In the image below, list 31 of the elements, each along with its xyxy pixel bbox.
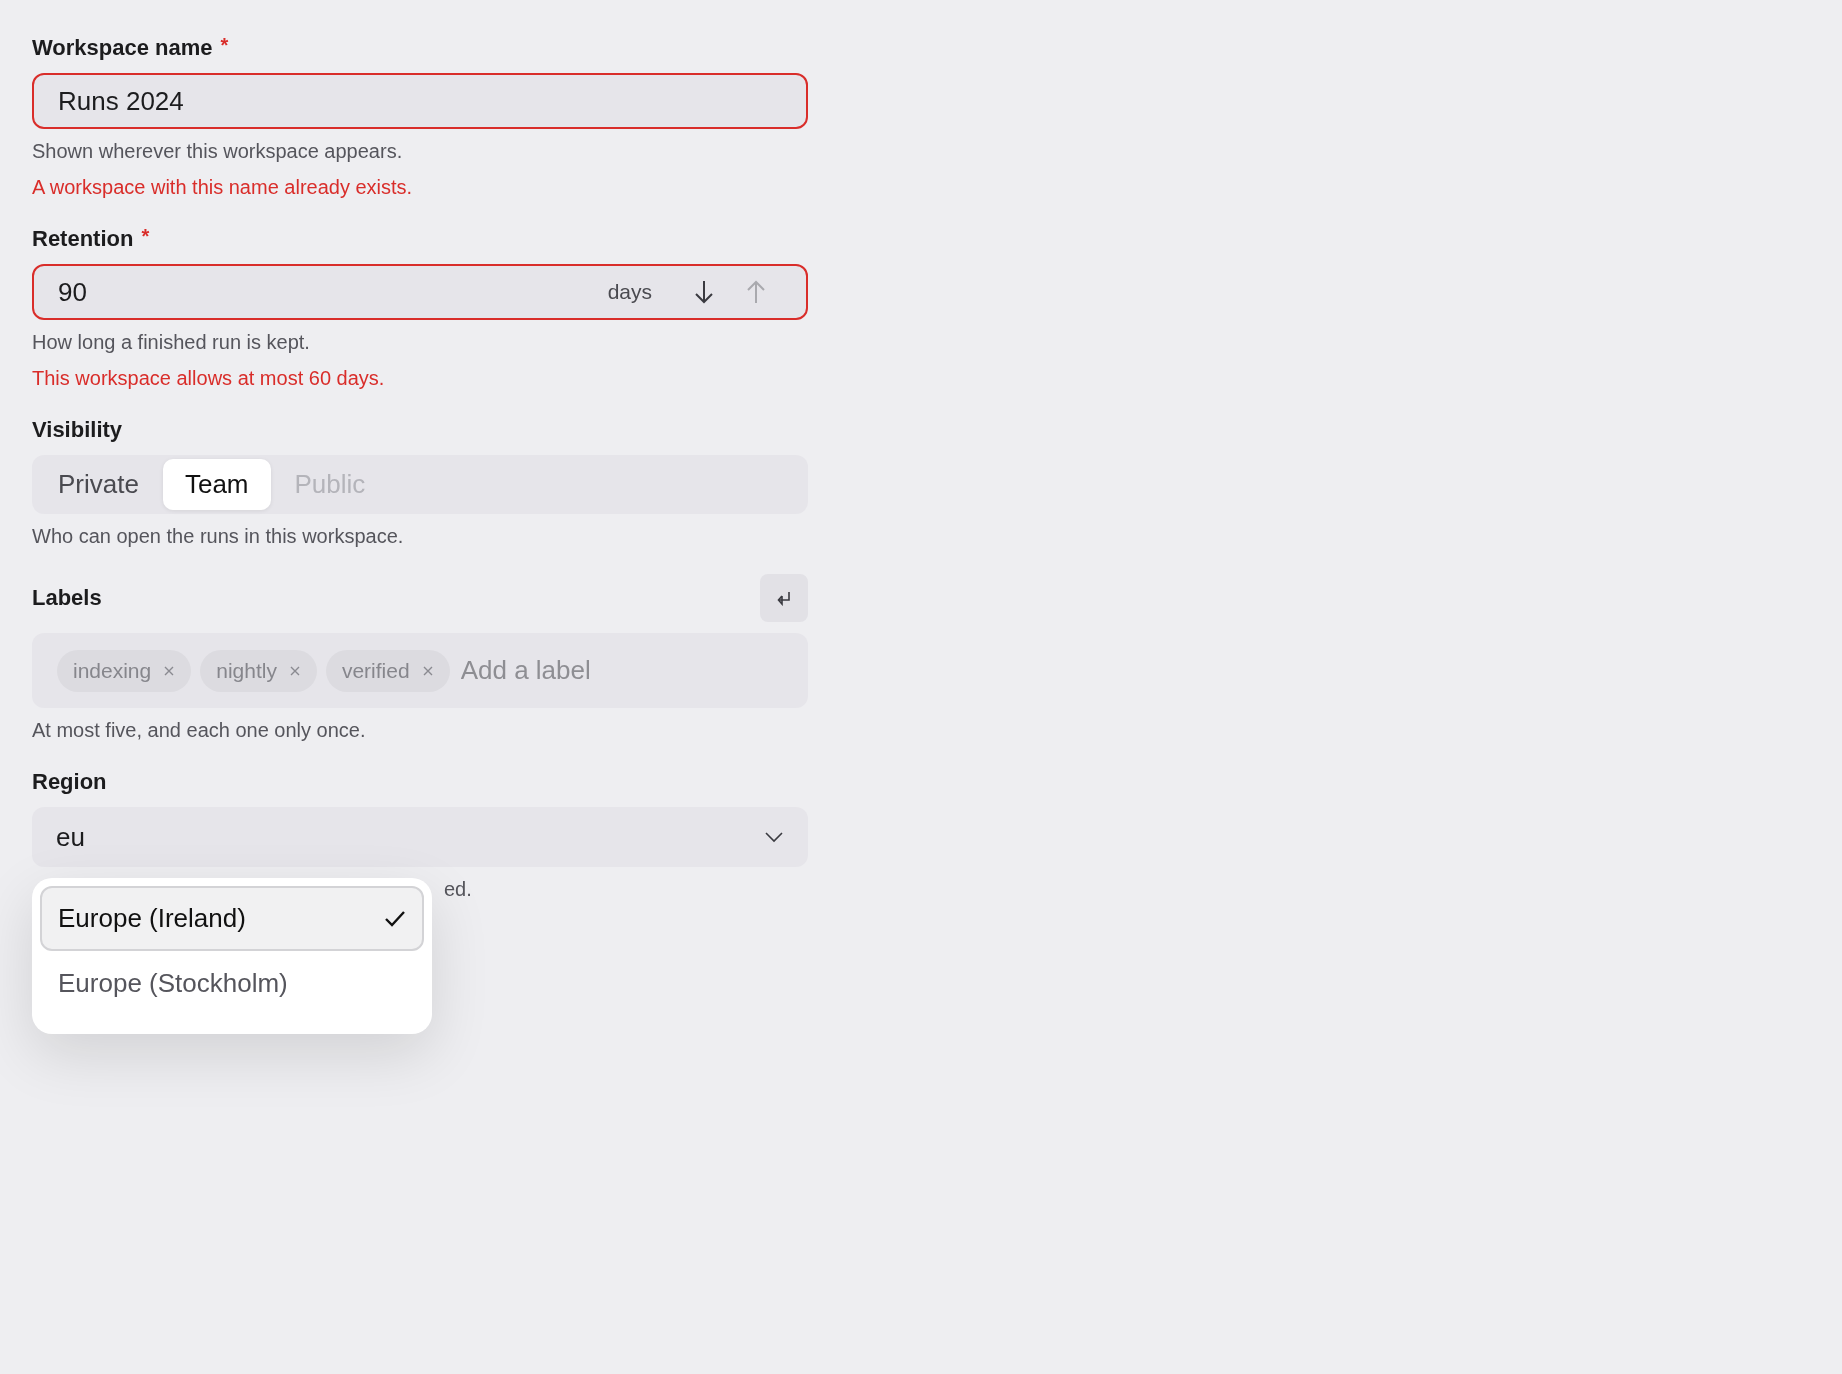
- menu-option[interactable]: Europe (Stockholm): [40, 951, 424, 1016]
- help-text: Who can open the runs in this workspace.: [32, 524, 405, 548]
- remove-icon[interactable]: [288, 664, 301, 677]
- menu-option[interactable]: Europe (Ireland): [40, 886, 424, 951]
- field-label: Workspace name: [32, 34, 213, 62]
- field-label: Visibility: [32, 416, 123, 444]
- field-label: Retention: [32, 225, 134, 253]
- error-message: A workspace with this name already exists.: [32, 175, 414, 199]
- text-field[interactable]: Runs 2024: [32, 73, 808, 129]
- return-icon: [776, 590, 792, 606]
- label-input-field[interactable]: Add a label: [458, 654, 783, 687]
- segment-option[interactable]: Team: [162, 459, 271, 510]
- required-mark: *: [220, 34, 229, 57]
- region-select[interactable]: eu: [32, 807, 808, 867]
- field-label: Region: [32, 768, 107, 796]
- number-field[interactable]: 90 days: [32, 264, 808, 320]
- help-text: At most five, and each one only once.: [32, 718, 367, 742]
- segment-option[interactable]: Private: [36, 459, 161, 510]
- check-icon: [384, 909, 406, 928]
- arrow-down-icon[interactable]: [692, 279, 716, 305]
- remove-icon[interactable]: [163, 664, 176, 677]
- unit-label: days: [607, 280, 652, 304]
- enter-button[interactable]: [760, 574, 808, 622]
- required-mark: *: [141, 225, 150, 248]
- help-text: How long a finished run is kept.: [32, 330, 311, 354]
- help-text: Shown wherever this workspace appears.: [32, 139, 404, 163]
- field-label: Labels: [32, 584, 102, 612]
- error-message: This workspace allows at most 60 days.: [32, 366, 386, 390]
- chevron-down-icon: [764, 831, 784, 843]
- help-text: ed.: [444, 878, 472, 900]
- remove-icon[interactable]: [421, 664, 434, 677]
